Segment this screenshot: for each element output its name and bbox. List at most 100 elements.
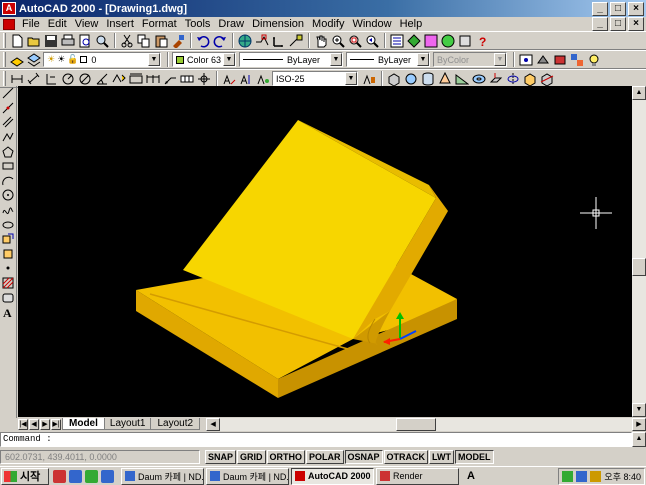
match-properties-icon[interactable] xyxy=(170,33,186,49)
region-icon[interactable] xyxy=(0,290,16,305)
menu-file[interactable]: File xyxy=(18,18,44,30)
dimension-style-icon[interactable] xyxy=(361,71,377,87)
object-snap-icon[interactable] xyxy=(254,33,270,49)
zoom-window-icon[interactable] xyxy=(347,33,363,49)
rectangle-icon[interactable] xyxy=(0,159,16,174)
doc-minimize-button[interactable]: _ xyxy=(592,17,608,31)
first-tab-icon[interactable]: |◀ xyxy=(18,418,28,430)
polyline-icon[interactable] xyxy=(0,130,16,145)
cylinder-icon[interactable] xyxy=(420,71,436,87)
tab-model[interactable]: Model xyxy=(62,418,105,430)
torus-icon[interactable] xyxy=(471,71,487,87)
dimension-text-edit-icon[interactable] xyxy=(238,71,254,87)
color-dropdown[interactable]: Color 63 ▼ xyxy=(172,52,236,67)
open-folder-icon[interactable] xyxy=(26,33,42,49)
autocad-app-icon[interactable]: A xyxy=(2,2,16,15)
cad-standards-icon[interactable] xyxy=(457,33,473,49)
command-scrollbar[interactable]: ▲ xyxy=(632,432,646,447)
properties-icon[interactable] xyxy=(389,33,405,49)
desktop-icon[interactable] xyxy=(85,469,98,483)
hscroll-thumb[interactable] xyxy=(396,417,437,431)
lineweight-dropdown[interactable]: ByLayer ▼ xyxy=(346,52,430,67)
view-icon[interactable] xyxy=(518,52,534,68)
ucs-icon[interactable] xyxy=(271,33,287,49)
scroll-up-icon[interactable]: ▲ xyxy=(632,432,646,447)
render-icon[interactable] xyxy=(552,52,568,68)
ie-icon[interactable] xyxy=(101,469,114,483)
dimstyle-dropdown[interactable]: ISO-25 ▼ xyxy=(272,71,358,86)
lwt-toggle[interactable]: LWT xyxy=(429,450,455,464)
hyperlink-icon[interactable] xyxy=(237,33,253,49)
minimize-button[interactable]: _ xyxy=(592,1,608,16)
linear-dimension-icon[interactable] xyxy=(9,71,25,87)
help-icon[interactable]: ? xyxy=(474,33,490,49)
diameter-dimension-icon[interactable] xyxy=(77,71,93,87)
menu-dimension[interactable]: Dimension xyxy=(248,18,308,30)
scroll-down-icon[interactable]: ▼ xyxy=(632,403,646,417)
zoom-previous-icon[interactable] xyxy=(364,33,380,49)
task-daum-2[interactable]: Daum 카페 | ND... xyxy=(206,467,289,485)
task-autocad[interactable]: AutoCAD 2000 - ... xyxy=(291,467,374,485)
language-indicator[interactable]: A xyxy=(467,470,475,482)
cut-icon[interactable] xyxy=(119,33,135,49)
draw-order-icon[interactable] xyxy=(423,33,439,49)
materials-icon[interactable] xyxy=(569,52,585,68)
menu-view[interactable]: View xyxy=(71,18,103,30)
arc-icon[interactable] xyxy=(0,174,16,189)
copy-icon[interactable] xyxy=(136,33,152,49)
paste-icon[interactable] xyxy=(153,33,169,49)
dimension-edit-icon[interactable] xyxy=(221,71,237,87)
scroll-up-icon[interactable]: ▲ xyxy=(632,86,646,100)
menu-draw[interactable]: Draw xyxy=(214,18,248,30)
sphere-icon[interactable] xyxy=(403,71,419,87)
quick-dimension-icon[interactable] xyxy=(111,71,127,87)
slice-icon[interactable] xyxy=(539,71,555,87)
tab-layout2[interactable]: Layout2 xyxy=(150,418,201,430)
design-center-icon[interactable] xyxy=(406,33,422,49)
multiline-text-icon[interactable]: A xyxy=(0,305,16,320)
grid-toggle[interactable]: GRID xyxy=(237,450,266,464)
menu-tools[interactable]: Tools xyxy=(181,18,215,30)
prev-tab-icon[interactable]: ◀ xyxy=(29,418,39,430)
find-icon[interactable] xyxy=(94,33,110,49)
start-button[interactable]: 시작 xyxy=(1,467,49,485)
osnap-toggle[interactable]: OSNAP xyxy=(344,450,383,464)
undo-icon[interactable] xyxy=(195,33,211,49)
menu-modify[interactable]: Modify xyxy=(308,18,348,30)
document-icon[interactable] xyxy=(3,18,15,30)
scroll-right-icon[interactable]: ▶ xyxy=(632,417,646,431)
box-icon[interactable] xyxy=(386,71,402,87)
doc-restore-button[interactable]: □ xyxy=(610,17,626,31)
ordinate-dimension-icon[interactable] xyxy=(43,71,59,87)
antivirus-icon[interactable] xyxy=(576,470,588,482)
drawing-viewport[interactable] xyxy=(18,86,632,417)
tab-layout1[interactable]: Layout1 xyxy=(102,418,153,430)
polar-toggle[interactable]: POLAR xyxy=(306,450,344,464)
construction-line-icon[interactable] xyxy=(0,101,16,116)
model-toggle[interactable]: MODEL xyxy=(455,450,494,464)
make-block-icon[interactable] xyxy=(0,247,16,262)
zoom-realtime-icon[interactable] xyxy=(330,33,346,49)
center-mark-icon[interactable] xyxy=(196,71,212,87)
menu-edit[interactable]: Edit xyxy=(44,18,71,30)
horizontal-scrollbar[interactable]: ◀ ▶ xyxy=(206,417,646,431)
wedge-icon[interactable] xyxy=(454,71,470,87)
layers-icon[interactable] xyxy=(26,52,42,68)
redo-icon[interactable] xyxy=(212,33,228,49)
multiline-icon[interactable] xyxy=(0,115,16,130)
doc-close-button[interactable]: × xyxy=(628,17,644,31)
circle-icon[interactable] xyxy=(0,188,16,203)
today-icon[interactable] xyxy=(440,33,456,49)
radius-dimension-icon[interactable] xyxy=(60,71,76,87)
baseline-dimension-icon[interactable] xyxy=(128,71,144,87)
ie-icon[interactable] xyxy=(69,469,82,483)
hatch-icon[interactable] xyxy=(0,276,16,291)
line-icon[interactable] xyxy=(0,86,16,101)
cone-icon[interactable] xyxy=(437,71,453,87)
task-render[interactable]: Render xyxy=(376,467,459,485)
print-preview-icon[interactable] xyxy=(77,33,93,49)
aligned-dimension-icon[interactable] xyxy=(26,71,42,87)
menu-window[interactable]: Window xyxy=(348,18,395,30)
inquiry-icon[interactable] xyxy=(288,33,304,49)
volume-icon[interactable] xyxy=(590,470,602,482)
